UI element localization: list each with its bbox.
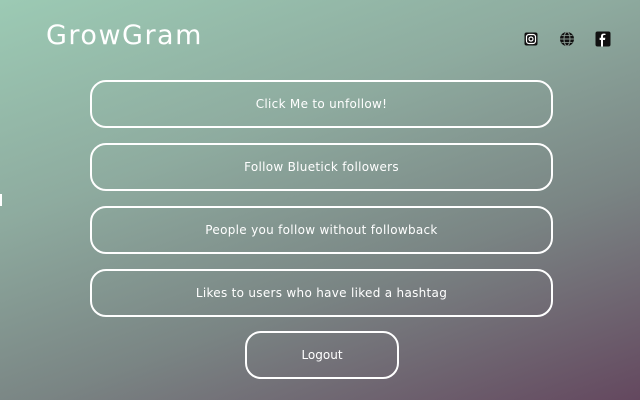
edge-mark: [0, 194, 2, 206]
facebook-icon[interactable]: [594, 31, 612, 47]
action-menu: Click Me to unfollow! Follow Bluetick fo…: [90, 80, 553, 332]
follow-bluetick-button[interactable]: Follow Bluetick followers: [90, 143, 553, 191]
logout-button[interactable]: Logout: [245, 331, 399, 379]
social-icons: [522, 31, 612, 47]
app-title: GrowGram: [46, 20, 203, 51]
instagram-icon[interactable]: [522, 31, 540, 47]
no-followback-button[interactable]: People you follow without followback: [90, 206, 553, 254]
unfollow-button[interactable]: Click Me to unfollow!: [90, 80, 553, 128]
hashtag-likes-button[interactable]: Likes to users who have liked a hashtag: [90, 269, 553, 317]
header: GrowGram: [0, 0, 640, 76]
globe-icon[interactable]: [558, 31, 576, 47]
